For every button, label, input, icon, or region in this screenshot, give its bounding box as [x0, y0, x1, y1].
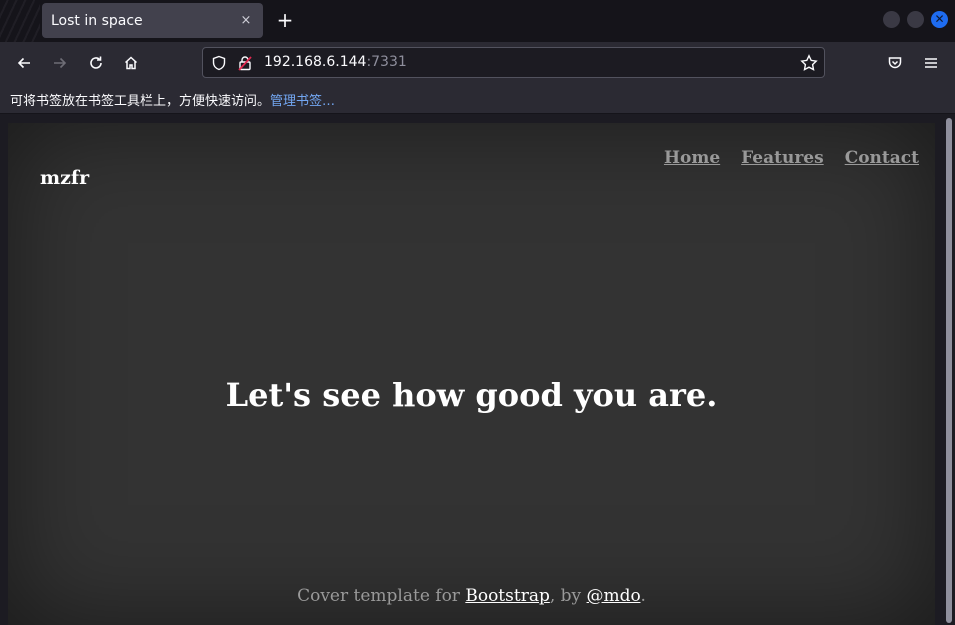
footer-prefix: Cover template for [297, 586, 466, 606]
url-host: 192.168.6.144 [264, 54, 367, 70]
footer-suffix: . [640, 586, 646, 606]
menu-button[interactable] [918, 50, 944, 76]
back-button[interactable] [11, 50, 37, 76]
url-bar[interactable]: 192.168.6.144:7331 [202, 47, 825, 78]
cover-page: mzfr Home Features Contact Let's see how… [8, 123, 935, 625]
manage-bookmarks-link[interactable]: 管理书签… [270, 94, 335, 109]
tab-close-icon[interactable]: × [238, 13, 254, 28]
window-close-button[interactable]: ✕ [931, 11, 948, 28]
forward-arrow-icon [54, 57, 67, 69]
minimize-button[interactable] [883, 11, 900, 28]
scrollbar-thumb[interactable] [946, 118, 952, 623]
nav-link-home[interactable]: Home [664, 148, 720, 168]
forward-button[interactable] [47, 50, 73, 76]
bookmark-star-icon[interactable] [800, 54, 818, 72]
maximize-button[interactable] [907, 11, 924, 28]
site-nav: Home Features Contact [664, 148, 919, 168]
reload-button[interactable] [83, 50, 109, 76]
site-brand: mzfr [40, 167, 90, 189]
cover-headline: Let's see how good you are. [225, 376, 718, 414]
nav-link-features[interactable]: Features [741, 148, 824, 168]
pocket-icon [888, 57, 902, 69]
navigation-toolbar: 192.168.6.144:7331 [0, 42, 955, 83]
reload-icon [90, 56, 102, 69]
url-port: :7331 [366, 54, 407, 70]
content-viewport: mzfr Home Features Contact Let's see how… [0, 115, 955, 625]
shield-icon[interactable] [211, 55, 227, 71]
hamburger-menu-icon [925, 58, 937, 68]
browser-tab[interactable]: Lost in space × [42, 3, 263, 38]
bookmarks-toolbar: 可将书签放在书签工具栏上，方便快速访问。管理书签… [0, 83, 955, 114]
footer-middle: , by [549, 586, 587, 606]
mdo-link[interactable]: @mdo [587, 586, 641, 606]
tab-strip: Lost in space × + ✕ [0, 0, 955, 42]
bookmarks-empty-message: 可将书签放在书签工具栏上，方便快速访问。管理书签… [10, 90, 335, 109]
nav-link-contact[interactable]: Contact [845, 148, 919, 168]
vertical-scrollbar[interactable] [943, 115, 955, 625]
back-arrow-icon [17, 57, 30, 69]
page-footer: Cover template for Bootstrap, by @mdo. [8, 586, 935, 606]
pocket-button[interactable] [882, 50, 908, 76]
insecure-lock-icon[interactable] [237, 55, 253, 71]
url-text[interactable]: 192.168.6.144:7331 [264, 54, 407, 70]
home-button[interactable] [118, 50, 144, 76]
bookmarks-message-text: 可将书签放在书签工具栏上，方便快速访问。 [10, 94, 271, 109]
tab-title: Lost in space [51, 12, 143, 29]
home-icon [124, 56, 138, 70]
new-tab-button[interactable]: + [273, 9, 297, 33]
bootstrap-link[interactable]: Bootstrap [465, 586, 550, 606]
